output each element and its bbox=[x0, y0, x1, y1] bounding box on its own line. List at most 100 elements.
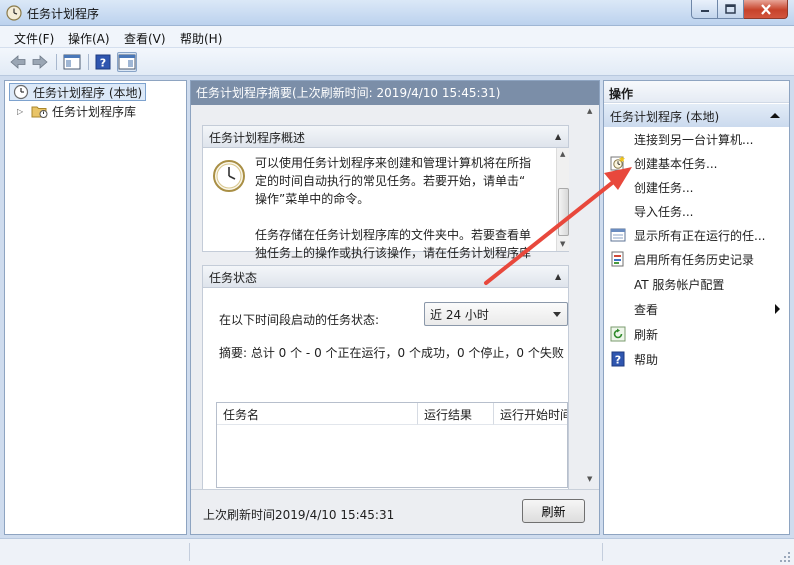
folder-clock-icon bbox=[31, 106, 48, 118]
action-view[interactable]: 查看 bbox=[604, 298, 789, 320]
overview-section-header[interactable]: 任务计划程序概述 ▲ bbox=[203, 126, 568, 148]
summary-pane: 任务计划程序摘要(上次刷新时间: 2019/4/10 15:45:31) 任务计… bbox=[190, 80, 600, 535]
scroll-down-icon[interactable]: ▼ bbox=[560, 240, 565, 248]
actions-group-label: 任务计划程序 (本地) bbox=[610, 110, 720, 124]
resize-grip-icon[interactable] bbox=[779, 551, 791, 563]
create-basic-task-icon bbox=[610, 156, 625, 171]
menu-action[interactable]: 操作(A) bbox=[68, 30, 110, 47]
action-help[interactable]: ? 帮助 bbox=[604, 348, 789, 370]
minimize-button[interactable] bbox=[691, 0, 718, 19]
collapse-overview-icon[interactable]: ▲ bbox=[555, 132, 563, 141]
expand-icon[interactable]: ▷ bbox=[17, 107, 26, 116]
task-scheduler-large-clock-icon bbox=[213, 160, 245, 192]
column-header-run-start[interactable]: 运行开始时间 bbox=[494, 403, 567, 425]
forward-button[interactable] bbox=[30, 52, 50, 72]
summary-scrollbar[interactable]: ▲ ▼ bbox=[583, 105, 599, 489]
menu-file[interactable]: 文件(F) bbox=[14, 30, 54, 47]
tree-item-task-scheduler-local[interactable]: 任务计划程序 (本地) bbox=[9, 83, 147, 101]
overview-line-1: 可以使用任务计划程序来创建和管理计算机将在所指 bbox=[255, 156, 532, 170]
summary-footer: 上次刷新时间2019/4/10 15:45:31 刷新 bbox=[191, 489, 599, 534]
action-label: 启用所有任务历史记录 bbox=[634, 253, 755, 267]
action-connect-computer[interactable]: 连接到另一台计算机... bbox=[604, 128, 789, 150]
help-icon: ? bbox=[95, 54, 111, 70]
back-button[interactable] bbox=[8, 52, 28, 72]
action-label: 导入任务... bbox=[634, 205, 694, 219]
action-label: 查看 bbox=[634, 303, 659, 317]
overview-section: 任务计划程序概述 ▲ 可以使用任务计划程序来创建和管理计算机将在所指 定的时间自… bbox=[202, 125, 569, 260]
show-console-tree-button[interactable] bbox=[62, 52, 82, 72]
column-header-task-name[interactable]: 任务名 bbox=[217, 403, 418, 425]
action-at-service-config[interactable]: AT 服务帐户配置 bbox=[604, 273, 789, 295]
close-icon bbox=[760, 3, 771, 15]
back-arrow-icon bbox=[10, 55, 26, 69]
actions-title: 操作 bbox=[604, 81, 789, 103]
svg-text:?: ? bbox=[615, 354, 621, 367]
action-show-running-tasks[interactable]: 显示所有正在运行的任... bbox=[604, 224, 789, 246]
period-select-value: 近 24 小时 bbox=[430, 308, 489, 322]
action-create-task[interactable]: 创建任务... bbox=[604, 176, 789, 198]
task-history-icon bbox=[611, 251, 624, 267]
last-refresh-text: 上次刷新时间2019/4/10 15:45:31 bbox=[203, 508, 395, 522]
toolbar: ? bbox=[0, 48, 794, 76]
menu-bar: 文件(F) 操作(A) 查看(V) 帮助(H) bbox=[0, 26, 794, 48]
action-label: 刷新 bbox=[634, 328, 659, 342]
tree-item-task-library[interactable]: ▷ 任务计划程序库 bbox=[17, 102, 136, 120]
action-label: 帮助 bbox=[634, 353, 659, 367]
help-toolbar-button[interactable]: ? bbox=[93, 52, 113, 72]
column-header-run-result[interactable]: 运行结果 bbox=[418, 403, 494, 425]
forward-arrow-icon bbox=[32, 55, 48, 69]
maximize-button[interactable] bbox=[718, 0, 744, 19]
window-title: 任务计划程序 bbox=[27, 7, 100, 21]
overview-text: 可以使用任务计划程序来创建和管理计算机将在所指 定的时间自动执行的常见任务。若要… bbox=[255, 154, 555, 262]
action-label: 连接到另一台计算机... bbox=[634, 133, 754, 147]
chevron-down-icon bbox=[553, 312, 561, 317]
period-label: 在以下时间段启动的任务状态: bbox=[219, 313, 380, 327]
menu-help[interactable]: 帮助(H) bbox=[180, 30, 222, 47]
menu-view[interactable]: 查看(V) bbox=[124, 30, 166, 47]
close-button[interactable] bbox=[744, 0, 788, 19]
help-icon: ? bbox=[611, 351, 625, 367]
action-enable-task-history[interactable]: 启用所有任务历史记录 bbox=[604, 248, 789, 270]
overview-title: 任务计划程序概述 bbox=[209, 131, 306, 145]
action-refresh[interactable]: 刷新 bbox=[604, 323, 789, 345]
summary-header: 任务计划程序摘要(上次刷新时间: 2019/4/10 15:45:31) bbox=[191, 81, 599, 105]
action-label: 创建任务... bbox=[634, 181, 694, 195]
overview-line-3: 操作”菜单中的命令。 bbox=[255, 192, 370, 206]
task-status-section: 任务状态 ▲ 在以下时间段启动的任务状态: 近 24 小时 摘要: 总计 0 个… bbox=[202, 265, 569, 489]
refresh-button[interactable]: 刷新 bbox=[522, 499, 585, 523]
overview-scrollbar[interactable]: ▲ ▼ bbox=[556, 148, 569, 251]
tree-root-label: 任务计划程序 (本地) bbox=[33, 85, 143, 100]
minimize-icon bbox=[700, 10, 709, 12]
svg-text:?: ? bbox=[100, 57, 106, 70]
refresh-icon bbox=[610, 326, 626, 342]
action-label: 创建基本任务... bbox=[634, 157, 718, 171]
show-action-pane-button[interactable] bbox=[117, 52, 137, 72]
action-label: 显示所有正在运行的任... bbox=[634, 229, 766, 243]
tree-child-label: 任务计划程序库 bbox=[52, 104, 137, 119]
overview-line-2: 定的时间自动执行的常见任务。若要开始，请单击“ bbox=[255, 174, 526, 188]
action-pane-icon bbox=[118, 54, 136, 70]
scroll-up-icon[interactable]: ▲ bbox=[560, 150, 565, 158]
action-label: AT 服务帐户配置 bbox=[634, 278, 725, 292]
overview-line-4: 任务存储在任务计划程序库的文件夹中。若要查看单 bbox=[255, 228, 532, 242]
summary-body: 任务计划程序概述 ▲ 可以使用任务计划程序来创建和管理计算机将在所指 定的时间自… bbox=[191, 105, 599, 489]
action-import-task[interactable]: 导入任务... bbox=[604, 200, 789, 222]
actions-group-header[interactable]: 任务计划程序 (本地) bbox=[604, 104, 789, 127]
collapse-group-icon[interactable] bbox=[770, 113, 780, 118]
overview-scroll-thumb[interactable] bbox=[558, 188, 569, 236]
clock-icon bbox=[13, 84, 29, 100]
task-status-section-header[interactable]: 任务状态 ▲ bbox=[203, 266, 568, 288]
period-select[interactable]: 近 24 小时 bbox=[424, 302, 568, 326]
scroll-down-icon[interactable]: ▼ bbox=[587, 475, 592, 483]
actions-pane: 操作 任务计划程序 (本地) 连接到另一台计算机... 创建基本任务... 创建… bbox=[603, 80, 790, 535]
submenu-arrow-icon bbox=[775, 304, 780, 314]
status-bar bbox=[0, 538, 794, 565]
action-create-basic-task[interactable]: 创建基本任务... bbox=[604, 152, 789, 174]
scroll-up-icon[interactable]: ▲ bbox=[587, 107, 592, 115]
title-bar: 任务计划程序 bbox=[0, 0, 794, 26]
console-tree-pane: 任务计划程序 (本地) ▷ 任务计划程序库 bbox=[4, 80, 187, 535]
status-summary: 摘要: 总计 0 个 - 0 个正在运行，0 个成功，0 个停止，0 个失败 bbox=[219, 346, 564, 360]
collapse-status-icon[interactable]: ▲ bbox=[555, 272, 563, 281]
task-status-table: 任务名 运行结果 运行开始时间 bbox=[216, 402, 568, 488]
task-scheduler-clock-icon bbox=[6, 5, 22, 21]
